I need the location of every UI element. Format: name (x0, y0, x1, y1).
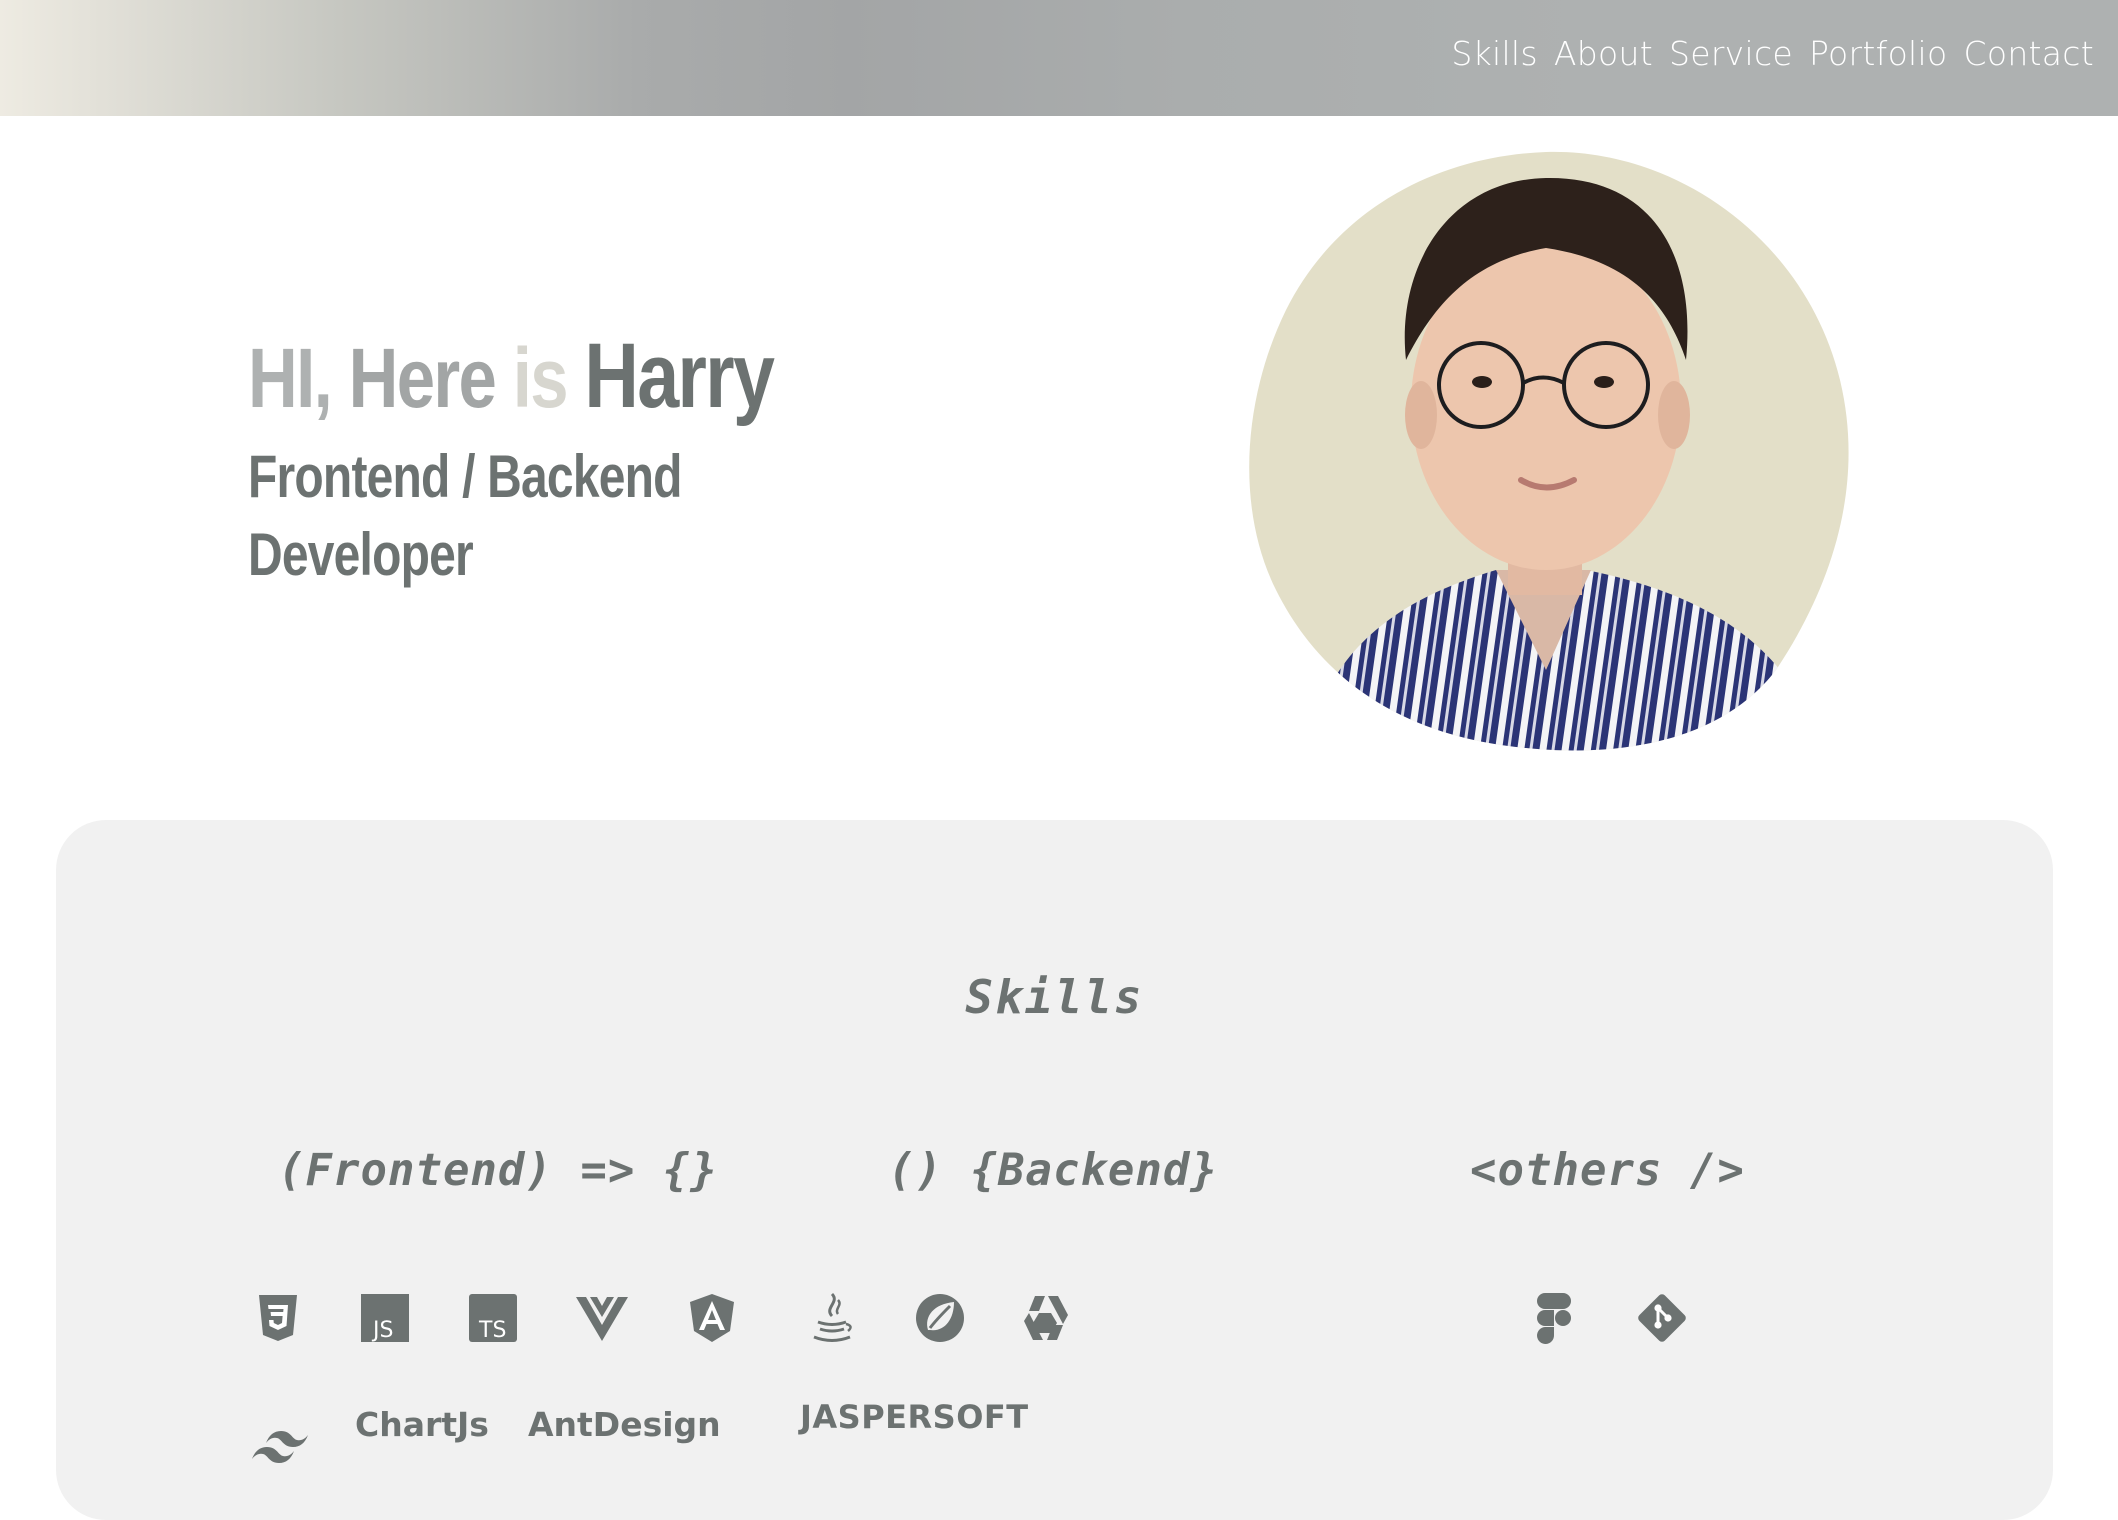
main-nav: Skills About Service Portfolio Contact (1451, 34, 2094, 73)
javascript-icon: JS (357, 1290, 413, 1346)
greeting-is: is (512, 331, 569, 425)
hibernate-icon (1018, 1290, 1074, 1346)
vue-icon (574, 1290, 630, 1346)
others-column-title: <others /> (1470, 1145, 1745, 1196)
hero-role-line-1: Frontend / Backend (248, 443, 682, 510)
nav-link-contact[interactable]: Contact (1964, 34, 2095, 73)
typescript-icon: TS (465, 1290, 521, 1346)
backend-column-title: () {Backend} (888, 1145, 1218, 1196)
angular-icon (684, 1290, 740, 1346)
tailwind-icon (250, 1418, 310, 1474)
chartjs-label: ChartJs (355, 1405, 489, 1444)
nav-link-portfolio[interactable]: Portfolio (1809, 34, 1947, 73)
frontend-column-title: (Frontend) => {} (278, 1145, 718, 1196)
hero-name: Harry (584, 325, 775, 427)
figma-icon (1526, 1290, 1582, 1346)
skills-section: Skills (Frontend) => {} () {Backend} <ot… (56, 820, 2053, 1520)
svg-text:JS: JS (371, 1318, 393, 1342)
skills-title: Skills (965, 970, 1144, 1024)
hero-greeting: HI, Here is Harry (248, 325, 775, 428)
git-icon (1634, 1290, 1690, 1346)
java-icon (804, 1290, 860, 1346)
hero-role-line-2: Developer (248, 521, 474, 588)
jaspersoft-label: JASPERSOFT (800, 1398, 1029, 1436)
spring-icon (912, 1290, 968, 1346)
hero-intro: HI, Here is Harry Frontend / Backend Dev… (248, 326, 889, 594)
profile-photo (1246, 150, 1850, 754)
greeting-hi: HI, (248, 331, 333, 425)
css3-icon (250, 1290, 306, 1346)
greeting-here: Here (348, 331, 497, 425)
nav-link-skills[interactable]: Skills (1451, 34, 1538, 73)
svg-text:TS: TS (478, 1318, 506, 1342)
top-navigation-bar: Skills About Service Portfolio Contact (0, 0, 2118, 116)
antdesign-label: AntDesign (528, 1405, 721, 1444)
nav-link-about[interactable]: About (1554, 34, 1653, 73)
nav-link-service[interactable]: Service (1669, 34, 1793, 73)
